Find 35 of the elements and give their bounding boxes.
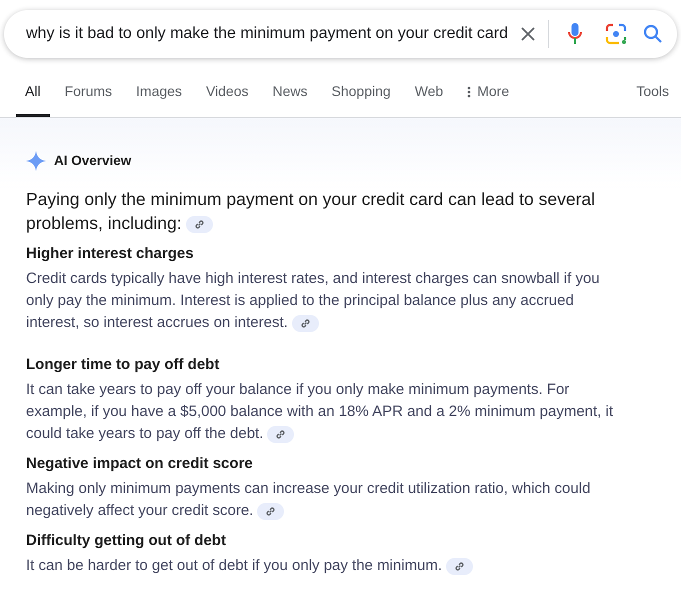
source-link-button[interactable] bbox=[446, 558, 474, 575]
link-icon bbox=[266, 506, 276, 516]
search-icon[interactable] bbox=[643, 24, 663, 44]
search-tab[interactable]: Videos bbox=[196, 81, 258, 117]
link-icon bbox=[300, 318, 310, 328]
search-field[interactable]: why is it bad to only make the minimum payment on your credit card bbox=[26, 22, 508, 46]
source-link-button[interactable] bbox=[292, 314, 319, 332]
source-link-button[interactable] bbox=[186, 216, 213, 234]
section-text: Credit cards typically have high interest rates, and interest charges can snowball if you only pay the minimum. Interest is applied to the principal balance plus any accrued interest, so interest accrues on interest. bbox=[26, 270, 600, 332]
tools-button[interactable]: Tools bbox=[636, 81, 669, 117]
section-heading: Negative impact on credit score bbox=[26, 454, 253, 474]
link-icon bbox=[276, 430, 286, 439]
overview-title: AI Overview bbox=[54, 152, 132, 170]
source-link-button[interactable] bbox=[267, 426, 294, 443]
intro-text: Paying only the minimum payment on your credit card can lead to several problems, including: bbox=[26, 189, 596, 234]
microphone-icon[interactable] bbox=[567, 22, 583, 46]
section-heading: Higher interest charges bbox=[26, 244, 194, 264]
link-icon bbox=[194, 220, 204, 230]
section-heading: Difficulty getting out of debt bbox=[26, 531, 226, 552]
search-tab[interactable]: More bbox=[458, 81, 518, 117]
search-tab[interactable]: Forums bbox=[56, 81, 122, 117]
more-vertical-icon bbox=[467, 86, 472, 98]
camera-icon[interactable] bbox=[605, 23, 627, 45]
search-tab[interactable]: Shopping bbox=[322, 81, 400, 117]
section-text: It can be harder to get out of debt if you only pay the minimum. bbox=[26, 557, 474, 574]
section-heading: Longer time to pay off debt bbox=[26, 355, 220, 376]
source-link-button[interactable] bbox=[257, 502, 284, 520]
link-icon bbox=[455, 562, 464, 571]
sparkle-icon bbox=[26, 151, 46, 172]
close-icon[interactable] bbox=[520, 26, 536, 42]
section-text: It can take years to pay off your balance if you only make minimum payments. For example, if you have a $5,000 balance with an 18% APR and a 2% minimum payment, it could take years to pay off the debt. bbox=[26, 381, 613, 442]
search-tab[interactable]: News bbox=[264, 81, 317, 117]
section-text: Making only minimum payments can increase your credit utilization ratio, which could negatively affect your credit score. bbox=[26, 480, 590, 520]
search-tab[interactable]: Images bbox=[127, 81, 191, 117]
search-tab[interactable]: Web bbox=[406, 81, 452, 117]
